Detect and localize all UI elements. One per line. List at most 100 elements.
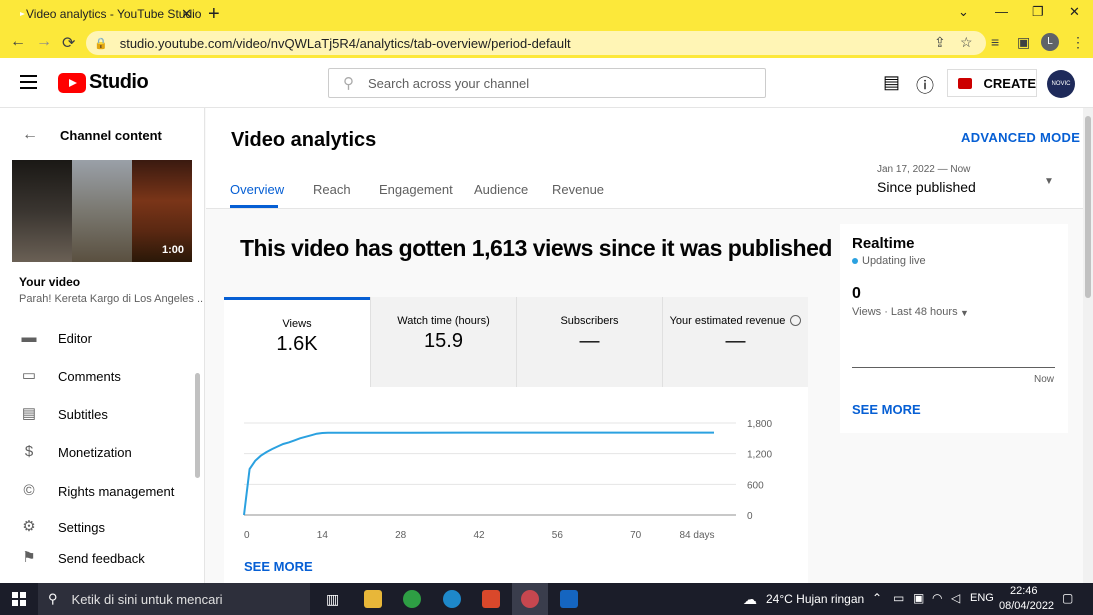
file-explorer-icon[interactable] — [364, 590, 382, 608]
windows-start-icon[interactable] — [12, 592, 26, 606]
weather-cloud-icon[interactable]: ☁ — [743, 591, 757, 608]
views-series-line[interactable] — [243, 431, 714, 516]
tab-close-icon[interactable]: ✕ — [181, 6, 192, 22]
chevron-down-icon[interactable]: ▼ — [960, 308, 969, 318]
sidebar-item-label: Settings — [58, 519, 105, 535]
sidebar-item-send-feedback[interactable]: ⚑ Send feedback — [20, 548, 144, 568]
minimize-button[interactable]: — — [995, 4, 1008, 19]
y-tick-label: 600 — [747, 480, 764, 491]
sidebar-scrollbar[interactable] — [195, 373, 200, 478]
clock-icon — [790, 315, 802, 326]
page-title: Video analytics — [231, 129, 377, 151]
studio-logo-text: Studio — [89, 71, 149, 93]
realtime-period-selector[interactable]: Views · Last 48 hours — [852, 306, 958, 318]
see-more-button[interactable]: SEE MORE — [244, 559, 313, 574]
media-control-icon[interactable]: ≡ — [991, 34, 999, 50]
advanced-mode-button[interactable]: ADVANCED MODE — [961, 130, 1080, 145]
tab-search-icon[interactable]: ⌄ — [958, 4, 969, 20]
side-panel-icon[interactable]: ▣ — [1017, 34, 1030, 51]
tab-overview[interactable]: Overview — [230, 182, 284, 197]
sidebar-item-settings[interactable]: ⚙ Settings — [20, 510, 200, 544]
create-button[interactable]: CREATE — [947, 69, 1037, 97]
sidebar-item-monetization[interactable]: $ Monetization — [20, 442, 132, 462]
rights-icon: © — [23, 482, 35, 499]
network-icon[interactable]: ▣ — [913, 591, 924, 605]
tab-audience[interactable]: Audience — [474, 182, 528, 197]
chrome-icon[interactable] — [403, 590, 421, 608]
close-window-button[interactable]: ✕ — [1069, 4, 1080, 20]
metric-card-subscribers[interactable]: Subscribers — — [516, 297, 662, 387]
clock-time[interactable]: 22:46 — [1010, 585, 1038, 597]
help-icon[interactable]: ⓘ — [916, 72, 934, 98]
address-bar-row: ← → ⟳ 🔒 studio.youtube.com/video/nvQWLaT… — [0, 28, 1093, 58]
powerpoint-icon[interactable] — [482, 590, 500, 608]
metric-card-watch-time[interactable]: Watch time (hours) 15.9 — [370, 297, 516, 387]
realtime-title: Realtime — [852, 235, 915, 252]
messages-icon[interactable]: ▤ — [883, 72, 900, 93]
tab-engagement[interactable]: Engagement — [379, 182, 453, 197]
metric-card-estimated-revenue[interactable]: Your estimated revenue — — [662, 297, 808, 387]
realtime-count: 0 — [852, 285, 861, 302]
realtime-status: Updating live — [852, 255, 926, 267]
tab-revenue[interactable]: Revenue — [552, 182, 604, 197]
video-thumbnail[interactable]: 1:00 — [12, 160, 192, 262]
chrome-canary-icon[interactable] — [521, 590, 539, 608]
create-camera-icon — [958, 77, 972, 89]
sidebar-item-rights-management[interactable]: © Rights management — [20, 481, 174, 501]
studio-logo[interactable]: Studio — [58, 71, 149, 94]
clock-date[interactable]: 08/04/2022 — [999, 600, 1054, 612]
views-headline: This video has gotten 1,613 views since … — [240, 235, 832, 261]
sidebar-item-label: Rights management — [58, 483, 175, 499]
task-view-icon[interactable]: ▥ — [326, 591, 339, 608]
profile-avatar[interactable]: L — [1041, 33, 1059, 51]
wifi-icon[interactable]: ◠ — [932, 591, 942, 605]
editor-icon: ▬ — [21, 329, 37, 346]
channel-avatar[interactable]: NOVIC — [1047, 70, 1075, 98]
main-scrollbar[interactable] — [1083, 108, 1093, 583]
browser-tab[interactable]: Video analytics - YouTube Studio ✕ — [4, 0, 202, 28]
x-tick-label: 56 — [552, 530, 564, 541]
sidebar-item-editor[interactable]: ▬ Editor — [20, 328, 92, 348]
maximize-button[interactable]: ❐ — [1032, 4, 1044, 20]
volume-icon[interactable]: ◁ — [951, 591, 960, 605]
chevron-down-icon[interactable]: ▼ — [1044, 176, 1054, 187]
back-arrow-icon[interactable]: ← — [10, 33, 26, 51]
metric-label: Watch time (hours) — [397, 315, 490, 327]
x-tick-label: 28 — [395, 530, 407, 541]
forward-arrow-icon[interactable]: → — [36, 33, 52, 51]
create-label: CREATE — [983, 75, 1036, 91]
taskbar-search-input[interactable]: ⚲ Ketik di sini untuk mencari — [38, 583, 310, 615]
realtime-baseline — [852, 367, 1055, 368]
language-indicator[interactable]: ENG — [970, 592, 994, 604]
edge-icon[interactable] — [443, 590, 461, 608]
meet-now-icon[interactable]: ▭ — [893, 591, 904, 605]
media-player-icon[interactable] — [560, 590, 578, 608]
sidebar-item-subtitles[interactable]: ▤ Subtitles — [20, 404, 108, 424]
x-tick-label: 0 — [244, 530, 250, 541]
hamburger-menu-icon[interactable] — [20, 75, 37, 89]
channel-search-input[interactable]: ⚲ Search across your channel — [328, 68, 766, 98]
url-text: studio.youtube.com/video/nvQWLaTj5R4/ana… — [119, 35, 571, 51]
y-tick-label: 0 — [747, 511, 753, 522]
main-scrollbar-thumb[interactable] — [1085, 116, 1091, 298]
weather-text[interactable]: 24°C Hujan ringan — [766, 592, 864, 606]
metric-value: 1.6K — [276, 333, 318, 355]
menu-kebab-icon[interactable]: ⋮ — [1071, 34, 1085, 51]
period-range[interactable]: Jan 17, 2022 — Now — [877, 164, 970, 175]
live-dot-icon — [852, 258, 858, 264]
sidebar-item-comments[interactable]: ▭ Comments — [20, 366, 121, 386]
chevron-up-icon[interactable]: ⌃ — [872, 591, 882, 605]
bookmark-star-icon[interactable]: ☆ — [960, 34, 973, 51]
channel-content-back[interactable]: ← Channel content — [22, 126, 162, 144]
metric-card-views[interactable]: Views 1.6K — [224, 297, 370, 387]
url-bar[interactable]: 🔒 studio.youtube.com/video/nvQWLaTj5R4/a… — [86, 31, 986, 55]
period-selector[interactable]: Since published — [877, 179, 976, 195]
reload-icon[interactable]: ⟳ — [62, 33, 75, 53]
notifications-icon[interactable]: ▢ — [1062, 591, 1073, 605]
tab-title: Video analytics - YouTube Studio — [26, 7, 202, 21]
realtime-see-more-button[interactable]: SEE MORE — [852, 402, 921, 417]
tab-reach[interactable]: Reach — [313, 182, 351, 197]
share-icon[interactable]: ⇪ — [934, 34, 946, 51]
active-tab-indicator — [230, 205, 278, 208]
new-tab-button[interactable]: + — [208, 3, 220, 26]
